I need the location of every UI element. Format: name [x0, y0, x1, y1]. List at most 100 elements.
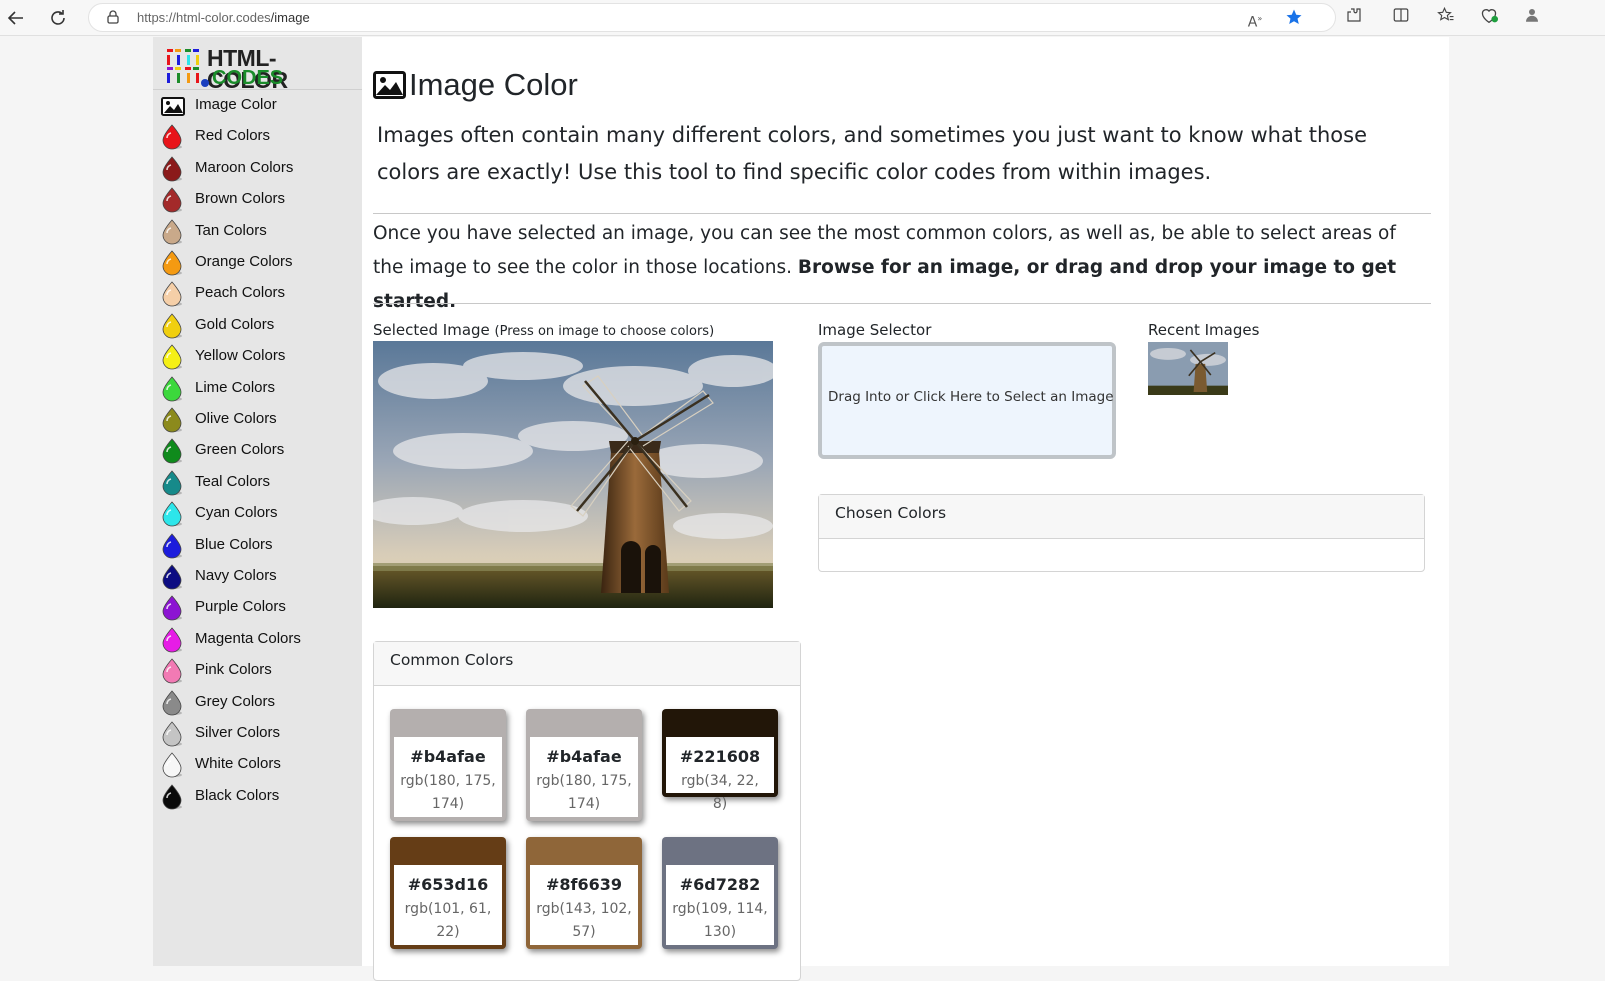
- sidebar-item-label: Lime Colors: [195, 378, 276, 396]
- sidebar-item-teal-colors[interactable]: Teal Colors: [153, 468, 362, 498]
- favorites-icon[interactable]: [1434, 6, 1458, 30]
- split-screen-icon[interactable]: [1389, 6, 1413, 30]
- sidebar-item-label: Image Color: [195, 96, 277, 113]
- sidebar-divider: [153, 89, 362, 90]
- sidebar-item-magenta-colors[interactable]: Magenta Colors: [153, 625, 362, 655]
- color-swatch[interactable]: #b4afae rgb(180, 175, 174): [526, 709, 642, 821]
- swatch-rgb: rgb(34, 22, 8): [681, 773, 759, 812]
- swatch-hex: #b4afae: [546, 747, 622, 766]
- color-drop-icon: [162, 721, 182, 747]
- swatch-rgb: rgb(109, 114, 130): [672, 901, 768, 940]
- image-dropzone[interactable]: Drag Into or Click Here to Select an Ima…: [818, 342, 1116, 459]
- sidebar-item-label: Yellow Colors: [195, 347, 286, 365]
- color-drop-icon: [162, 156, 182, 182]
- swatch-info: #b4afae rgb(180, 175, 174): [394, 737, 502, 817]
- sidebar-item-peach-colors[interactable]: Peach Colors: [153, 279, 362, 309]
- logo-dot: [201, 79, 209, 87]
- sidebar-item-orange-colors[interactable]: Orange Colors: [153, 248, 362, 278]
- performance-heart-icon[interactable]: [1477, 6, 1501, 30]
- sidebar-item-navy-colors[interactable]: Navy Colors: [153, 562, 362, 592]
- sidebar-item-image-color[interactable]: Image Color: [153, 91, 362, 121]
- divider: [373, 213, 1431, 214]
- sidebar-item-silver-colors[interactable]: Silver Colors: [153, 719, 362, 749]
- color-drop-icon: [162, 375, 182, 401]
- swatch-hex: #b4afae: [410, 747, 486, 766]
- color-swatch[interactable]: #8f6639 rgb(143, 102, 57): [526, 837, 642, 949]
- selected-image-title: Selected Image: [373, 321, 495, 339]
- color-drop-icon: [162, 438, 182, 464]
- swatch-info: #653d16 rgb(101, 61, 22): [394, 865, 502, 945]
- swatch-rgb: rgb(101, 61, 22): [404, 901, 492, 940]
- sidebar-item-olive-colors[interactable]: Olive Colors: [153, 405, 362, 435]
- sidebar-item-blue-colors[interactable]: Blue Colors: [153, 531, 362, 561]
- sidebar-item-label: Pink Colors: [195, 661, 272, 679]
- sidebar-item-label: Cyan Colors: [195, 504, 278, 522]
- color-swatch[interactable]: #6d7282 rgb(109, 114, 130): [662, 837, 778, 949]
- sidebar-item-purple-colors[interactable]: Purple Colors: [153, 593, 362, 623]
- sidebar-item-label: White Colors: [195, 755, 281, 773]
- color-drop-icon: [162, 187, 182, 213]
- color-drop-icon: [162, 250, 182, 276]
- color-drop-icon: [162, 407, 182, 433]
- address-bar[interactable]: https://html-color.codes/image A»: [88, 3, 1336, 32]
- color-drop-icon: [162, 281, 182, 307]
- sidebar-item-maroon-colors[interactable]: Maroon Colors: [153, 154, 362, 184]
- sidebar-item-label: Grey Colors: [195, 692, 276, 710]
- sidebar-item-lime-colors[interactable]: Lime Colors: [153, 374, 362, 404]
- sidebar-item-gold-colors[interactable]: Gold Colors: [153, 311, 362, 341]
- divider: [373, 303, 1431, 304]
- selected-image-windmill[interactable]: [373, 341, 773, 608]
- chosen-colors-card: Chosen Colors: [818, 494, 1425, 572]
- favorite-star-icon[interactable]: [1283, 8, 1305, 30]
- read-aloud-icon[interactable]: A»: [1244, 8, 1266, 31]
- refresh-icon[interactable]: [46, 6, 70, 30]
- sidebar-item-brown-colors[interactable]: Brown Colors: [153, 185, 362, 215]
- sidebar-item-label: Purple Colors: [195, 598, 286, 616]
- site-logo[interactable]: HTML-COLOR CODES: [161, 43, 356, 92]
- swatch-info: #b4afae rgb(180, 175, 174): [530, 737, 638, 817]
- color-drop-icon: [162, 218, 182, 244]
- color-swatch[interactable]: #b4afae rgb(180, 175, 174): [390, 709, 506, 821]
- back-arrow-icon[interactable]: [4, 6, 28, 30]
- swatch-hex: #653d16: [407, 875, 489, 894]
- color-swatch[interactable]: #221608 rgb(34, 22, 8): [662, 709, 778, 812]
- sidebar-item-cyan-colors[interactable]: Cyan Colors: [153, 499, 362, 529]
- sidebar-item-grey-colors[interactable]: Grey Colors: [153, 688, 362, 718]
- sidebar-item-yellow-colors[interactable]: Yellow Colors: [153, 342, 362, 372]
- common-colors-card: Common Colors #b4afae rgb(180, 175, 174) #…: [373, 641, 801, 981]
- selected-image-hint: (Press on image to choose colors): [494, 324, 715, 339]
- sidebar-item-black-colors[interactable]: Black Colors: [153, 782, 362, 812]
- color-drop-icon: [162, 784, 182, 810]
- color-drop-icon: [162, 595, 182, 621]
- color-swatch[interactable]: #653d16 rgb(101, 61, 22): [390, 837, 506, 949]
- color-drop-icon: [162, 532, 182, 558]
- color-drop-icon: [162, 470, 182, 496]
- color-drop-icon: [162, 344, 182, 370]
- extensions-icon[interactable]: [1342, 6, 1366, 30]
- profile-avatar-icon[interactable]: [1520, 6, 1544, 30]
- sidebar-item-label: Tan Colors: [195, 221, 267, 239]
- sidebar-item-pink-colors[interactable]: Pink Colors: [153, 656, 362, 686]
- color-drop-icon: [162, 689, 182, 715]
- url-text: https://html-color.codes/image: [137, 10, 310, 25]
- sidebar-item-label: Navy Colors: [195, 567, 277, 584]
- sidebar-item-label: Brown Colors: [195, 190, 286, 208]
- color-drop-icon: [162, 658, 182, 684]
- swatch-hex: #221608: [679, 747, 761, 766]
- sidebar-item-green-colors[interactable]: Green Colors: [153, 436, 362, 466]
- swatch-rgb: rgb(143, 102, 57): [536, 901, 632, 940]
- sidebar-item-label: Green Colors: [195, 441, 285, 459]
- page-title: Image Color: [409, 67, 578, 102]
- sidebar-item-tan-colors[interactable]: Tan Colors: [153, 217, 362, 247]
- recent-image-thumbnail[interactable]: [1148, 342, 1228, 395]
- sidebar-item-label: Black Colors: [195, 786, 280, 804]
- sidebar-item-red-colors[interactable]: Red Colors: [153, 122, 362, 152]
- sidebar-item-label: Silver Colors: [195, 724, 281, 741]
- lock-icon[interactable]: [107, 10, 119, 24]
- sidebar-item-label: Teal Colors: [195, 472, 271, 490]
- browser-toolbar: https://html-color.codes/image A»: [0, 0, 1605, 36]
- sidebar-item-white-colors[interactable]: White Colors: [153, 750, 362, 780]
- swatch-hex: #6d7282: [679, 875, 761, 894]
- image-icon: [373, 71, 406, 99]
- swatch-rgb: rgb(180, 175, 174): [536, 773, 632, 812]
